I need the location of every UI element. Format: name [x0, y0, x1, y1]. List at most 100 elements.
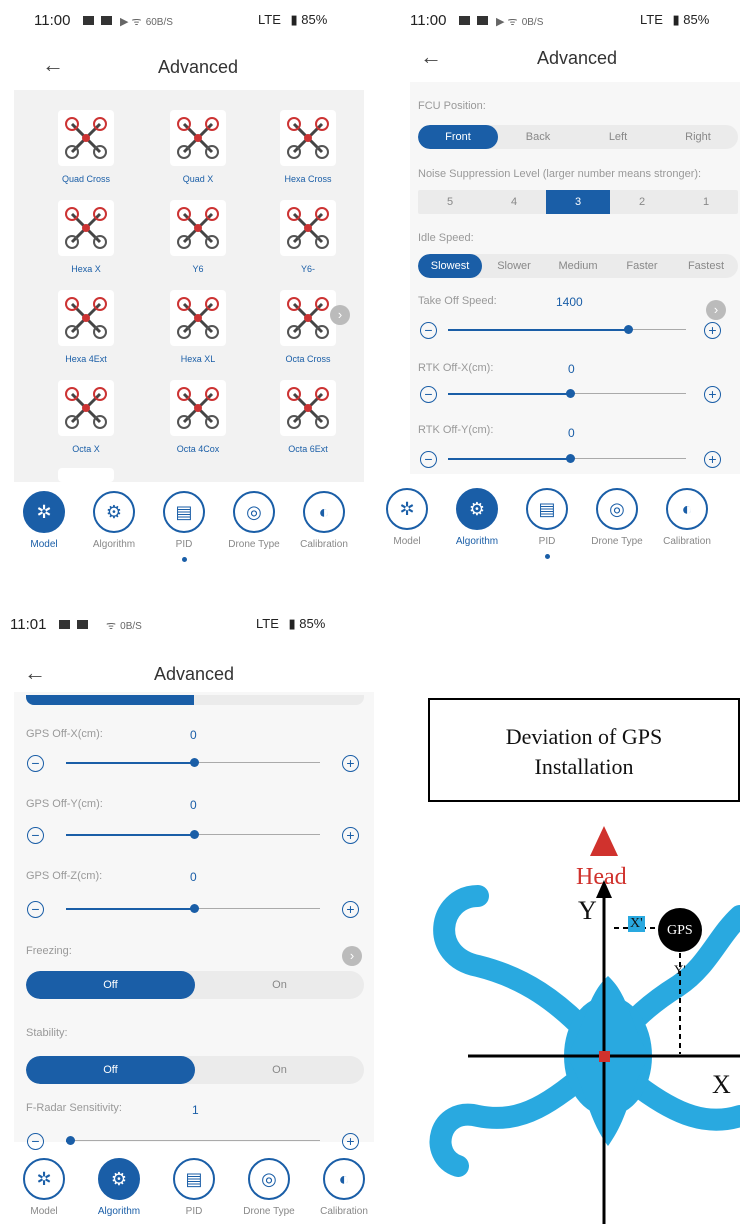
next-page-icon[interactable]: › — [706, 300, 726, 320]
x-axis-label: X — [712, 1070, 731, 1099]
model-tile-y6[interactable] — [170, 200, 226, 256]
nav-item-model[interactable]: ✲ Model — [9, 491, 79, 550]
idle-option-medium[interactable]: Medium — [546, 254, 610, 278]
takeoff-speed-slider[interactable] — [448, 325, 686, 334]
nav-item-model[interactable]: ✲ Model — [9, 1158, 79, 1217]
gps-z-minus-icon[interactable]: − — [27, 901, 44, 918]
drone-icon — [287, 117, 329, 159]
freezing-option-on[interactable]: On — [195, 971, 364, 999]
rtk-x-minus-icon[interactable]: − — [420, 386, 437, 403]
idle-option-slower[interactable]: Slower — [482, 254, 546, 278]
rtk-y-slider[interactable] — [448, 454, 686, 463]
model-tile-quad-x[interactable] — [170, 110, 226, 166]
noise-option-2[interactable]: 2 — [610, 190, 674, 214]
model-tile-octa-x[interactable] — [58, 380, 114, 436]
takeoff-minus-icon[interactable]: − — [420, 322, 437, 339]
gps-x-plus-icon[interactable]: + — [342, 755, 359, 772]
model-label: Quad Cross — [61, 174, 111, 184]
noise-option-3[interactable]: 3 — [546, 190, 610, 214]
status-network: LTE — [258, 12, 281, 27]
idle-speed-selector[interactable]: Slowest Slower Medium Faster Fastest — [418, 254, 738, 278]
radar-plus-icon[interactable]: + — [342, 1133, 359, 1150]
fcu-option-left[interactable]: Left — [578, 125, 658, 149]
radar-minus-icon[interactable]: − — [27, 1133, 44, 1150]
fcu-option-front[interactable]: Front — [418, 125, 498, 149]
takeoff-plus-icon[interactable]: + — [704, 322, 721, 339]
rtk-y-minus-icon[interactable]: − — [420, 451, 437, 468]
status-time: 11:00 — [34, 12, 71, 29]
screen-algorithm-top: 11:00 ▶ ᯤ 0B/S LTE ▮ 85% ← Advanced FCU … — [372, 0, 740, 580]
nav-item-pid[interactable]: ▤ PID — [149, 491, 219, 550]
noise-option-1[interactable]: 1 — [674, 190, 738, 214]
radar-sensitivity-slider[interactable] — [66, 1136, 320, 1145]
nav-item-pid[interactable]: ▤ PID — [159, 1158, 229, 1217]
drone-icon — [65, 297, 107, 339]
stability-option-on[interactable]: On — [195, 1056, 364, 1084]
gps-y-slider[interactable] — [66, 830, 320, 839]
pid-icon: ▤ — [526, 488, 568, 530]
gps-z-slider[interactable] — [66, 904, 320, 913]
nav-item-drone-type[interactable]: ◎ Drone Type — [582, 488, 652, 547]
model-tile-octa-6ext[interactable] — [280, 380, 336, 436]
idle-option-faster[interactable]: Faster — [610, 254, 674, 278]
nav-item-drone-type[interactable]: ◎ Drone Type — [234, 1158, 304, 1217]
next-page-icon[interactable]: › — [330, 305, 350, 325]
freezing-option-off[interactable]: Off — [26, 971, 195, 999]
nav-item-calibration[interactable]: ◐ Calibration — [289, 491, 359, 550]
model-label: Hexa Cross — [284, 174, 332, 184]
nav-item-algorithm[interactable]: ⚙ Algorithm — [79, 491, 149, 550]
back-arrow-icon[interactable]: ← — [420, 44, 442, 70]
stability-selector[interactable]: Off On — [26, 1056, 364, 1084]
gauge-icon: ◐ — [303, 491, 345, 533]
diagram-title-line-1: Deviation of GPS — [505, 724, 663, 749]
back-arrow-icon[interactable]: ← — [42, 52, 64, 78]
freezing-selector[interactable]: Off On — [26, 971, 364, 999]
model-tile-hexa-x[interactable] — [58, 200, 114, 256]
drone-icon — [177, 207, 219, 249]
model-tile-octa-cross[interactable] — [280, 290, 336, 346]
fcu-option-right[interactable]: Right — [658, 125, 738, 149]
gps-z-plus-icon[interactable]: + — [342, 901, 359, 918]
model-tile-hexa-cross[interactable] — [280, 110, 336, 166]
freezing-label: Freezing: — [26, 945, 72, 957]
nav-item-calibration[interactable]: ◐ Calibration — [652, 488, 722, 547]
gps-y-value: 0 — [190, 798, 197, 812]
noise-option-5[interactable]: 5 — [418, 190, 482, 214]
noise-option-4[interactable]: 4 — [482, 190, 546, 214]
gps-z-value: 0 — [190, 870, 197, 884]
noise-level-selector[interactable]: 5 4 3 2 1 — [418, 190, 738, 214]
gps-x-value: 0 — [190, 728, 197, 742]
status-battery: 85% — [683, 12, 710, 27]
gps-y-minus-icon[interactable]: − — [27, 827, 44, 844]
stability-option-off[interactable]: Off — [26, 1056, 195, 1084]
nav-item-pid[interactable]: ▤ PID — [512, 488, 582, 547]
idle-option-fastest[interactable]: Fastest — [674, 254, 738, 278]
page-indicator-dot — [545, 554, 550, 559]
chip-icon: ⚙ — [98, 1158, 140, 1200]
model-tile-hexa-4ext[interactable] — [58, 290, 114, 346]
model-tile-partial[interactable] — [58, 468, 114, 482]
model-tile-quad-cross[interactable] — [58, 110, 114, 166]
next-page-icon[interactable]: › — [342, 946, 362, 966]
screen-algorithm-bottom: 11:01 ᯤ 0B/S LTE ▮ 85% ← Advanced GPS Of… — [0, 600, 392, 1224]
rtk-y-plus-icon[interactable]: + — [704, 451, 721, 468]
fcu-option-back[interactable]: Back — [498, 125, 578, 149]
nav-item-calibration[interactable]: ◐ Calibration — [309, 1158, 379, 1217]
model-tile-hexa-xl[interactable] — [170, 290, 226, 346]
gps-x-slider[interactable] — [66, 758, 320, 767]
nav-item-drone-type[interactable]: ◎ Drone Type — [219, 491, 289, 550]
gps-y-plus-icon[interactable]: + — [342, 827, 359, 844]
fan-icon: ✲ — [23, 1158, 65, 1200]
nav-item-algorithm[interactable]: ⚙ Algorithm — [84, 1158, 154, 1217]
fcu-position-selector[interactable]: Front Back Left Right — [418, 125, 738, 149]
nav-item-algorithm[interactable]: ⚙ Algorithm — [442, 488, 512, 547]
back-arrow-icon[interactable]: ← — [24, 660, 46, 686]
nav-item-model[interactable]: ✲ Model — [372, 488, 442, 547]
model-label: Octa Cross — [285, 354, 331, 364]
model-tile-octa-4cox[interactable] — [170, 380, 226, 436]
idle-option-slowest[interactable]: Slowest — [418, 254, 482, 278]
model-tile-y6-[interactable] — [280, 200, 336, 256]
gps-x-minus-icon[interactable]: − — [27, 755, 44, 772]
rtk-x-slider[interactable] — [448, 389, 686, 398]
rtk-x-plus-icon[interactable]: + — [704, 386, 721, 403]
